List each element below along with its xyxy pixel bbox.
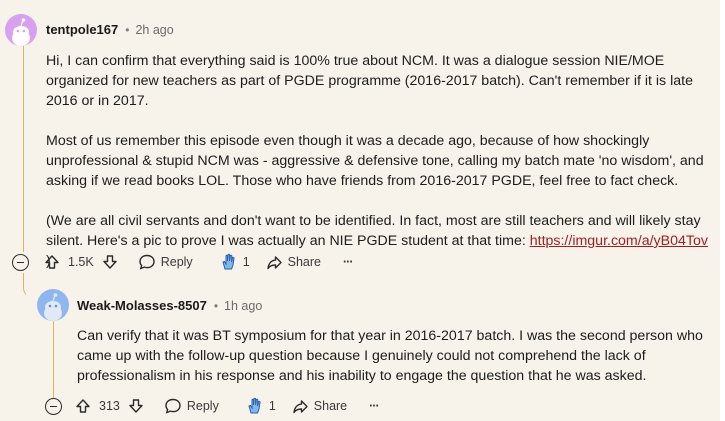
vote-count: 313 [99, 399, 120, 413]
collapse-thread-button[interactable] [45, 398, 62, 415]
avatar[interactable] [5, 14, 37, 46]
upvote-arrow-icon [76, 399, 90, 413]
minus-icon [50, 405, 57, 408]
reply-label: Reply [160, 255, 193, 269]
award-button[interactable]: 1 [219, 248, 250, 276]
downvote-arrow-icon [129, 399, 143, 413]
comment-header: tentpole167 • 2h ago [46, 22, 174, 37]
downvote-arrow-icon [103, 255, 117, 269]
reply-button[interactable]: Reply [138, 248, 193, 276]
share-button[interactable]: Share [292, 392, 347, 420]
comment-body: Hi, I can confirm that everything said i… [46, 51, 710, 271]
snoo-avatar-icon [44, 293, 62, 321]
imgur-link[interactable]: https://imgur.com/a/yB04Tov [530, 233, 708, 249]
comment-header: Weak-Molasses-8507 • 1h ago [77, 298, 262, 313]
reply-button[interactable]: Reply [164, 392, 219, 420]
comment-actions: 313 Reply 1 Share ··· [75, 392, 380, 420]
comment-paragraph: Hi, I can confirm that everything said i… [46, 53, 693, 109]
share-button[interactable]: Share [266, 248, 321, 276]
timestamp[interactable]: 2h ago [135, 23, 173, 37]
username[interactable]: tentpole167 [46, 22, 118, 37]
upvote-arrow-icon [45, 255, 59, 269]
thread-line[interactable] [53, 321, 54, 399]
more-options-button[interactable]: ··· [343, 248, 353, 276]
reply-label: Reply [186, 399, 219, 413]
award-hand-icon [222, 253, 235, 270]
thread-line[interactable] [23, 46, 24, 252]
award-hand-icon [248, 397, 261, 414]
comment-paragraph: Can verify that it was BT symposium for … [77, 328, 703, 384]
comment-bubble-icon [139, 254, 155, 270]
separator-dot: • [125, 22, 130, 37]
share-arrow-icon [293, 399, 308, 413]
more-options-icon: ··· [369, 399, 379, 413]
comment-bubble-icon [165, 398, 181, 414]
timestamp[interactable]: 1h ago [224, 299, 262, 313]
share-label: Share [287, 255, 321, 269]
comment-thread: tentpole167 • 2h ago Hi, I can confirm t… [0, 0, 720, 421]
award-count: 1 [242, 255, 250, 269]
upvote-button[interactable] [44, 248, 64, 276]
award-count: 1 [268, 399, 276, 413]
avatar[interactable] [37, 289, 69, 321]
share-label: Share [313, 399, 348, 413]
username[interactable]: Weak-Molasses-8507 [77, 298, 207, 313]
more-options-icon: ··· [343, 255, 353, 269]
award-button[interactable]: 1 [245, 392, 276, 420]
upvote-button[interactable] [75, 392, 95, 420]
downvote-button[interactable] [128, 392, 148, 420]
share-arrow-icon [266, 255, 282, 269]
more-options-button[interactable]: ··· [369, 392, 379, 420]
downvote-button[interactable] [102, 248, 122, 276]
vote-count: 1.5K [68, 255, 94, 269]
minus-icon [17, 261, 24, 264]
reply-comment: Weak-Molasses-8507 • 1h ago Can verify t… [26, 284, 716, 421]
snoo-avatar-icon [12, 18, 30, 46]
separator-dot: • [213, 298, 219, 313]
comment-body: Can verify that it was BT symposium for … [77, 326, 709, 386]
comment-paragraph: Most of us remember this episode even th… [46, 133, 704, 189]
comment-actions: 1.5K Reply 1 Share ··· [44, 248, 353, 276]
collapse-thread-button[interactable] [12, 254, 29, 271]
